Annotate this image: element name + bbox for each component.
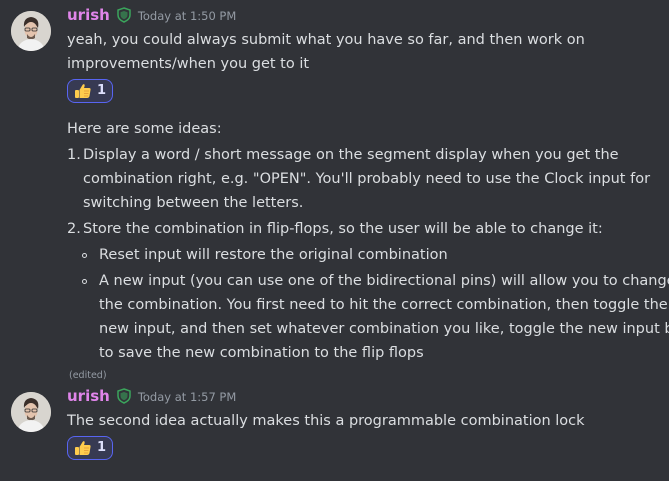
sub-list-item-line: A new input (you can use one of the bidi… [99,273,669,289]
edited-label: (edited) [69,370,107,381]
sub-list-item: A new input (you can use one of the bidi… [67,269,669,365]
sub-list-item-line: new input, and then set whatever combina… [99,321,669,337]
user-avatar-icon [11,11,51,51]
ideas-list: 1. Display a word / short message on the… [67,143,669,365]
sub-list-item-line: Reset input will restore the original co… [99,247,448,263]
username[interactable]: urish [67,3,110,27]
reaction-count: 1 [97,83,107,98]
thumbs-up-icon [74,440,92,456]
list-number: 2. [67,221,81,237]
avatar[interactable] [11,392,51,432]
list-item-line: combination right, e.g. "OPEN". You'll p… [83,171,651,187]
avatar[interactable] [11,11,51,51]
username[interactable]: urish [67,384,110,408]
list-item: 1. Display a word / short message on the… [67,143,657,215]
message-text-line: The second idea actually makes this a pr… [67,413,585,429]
reaction-thumbs-up[interactable]: 1 [67,436,114,460]
message-text-line: yeah, you could always submit what you h… [67,32,585,48]
sub-list-item-line: to save the new combination to the flip … [99,345,424,361]
bullet-icon [82,253,87,258]
sub-list-item: Reset input will restore the original co… [67,243,657,267]
shield-badge-icon[interactable] [116,7,132,23]
reaction-thumbs-up[interactable]: 1 [67,79,114,103]
thumbs-up-icon [74,83,92,99]
ideas-intro: Here are some ideas: [67,121,222,137]
bullet-icon [82,279,87,284]
message-header: urish Today at 1:57 PM [67,385,657,407]
shield-badge-icon[interactable] [116,388,132,404]
timestamp: Today at 1:50 PM [137,9,237,23]
timestamp: Today at 1:57 PM [137,390,237,404]
sub-list-item-line: the combination. You first need to hit t… [99,297,668,313]
reaction-count: 1 [97,440,107,455]
message-text-line: improvements/when you get to it [67,56,310,72]
list-item-line: Store the combination in flip-flops, so … [83,221,603,237]
list-item-line: switching between the letters. [83,195,304,211]
message-header: urish Today at 1:50 PM [67,4,657,26]
user-avatar-icon [11,392,51,432]
list-number: 1. [67,147,81,163]
list-item: 2. Store the combination in flip-flops, … [67,217,657,241]
list-item-line: Display a word / short message on the se… [83,147,619,163]
